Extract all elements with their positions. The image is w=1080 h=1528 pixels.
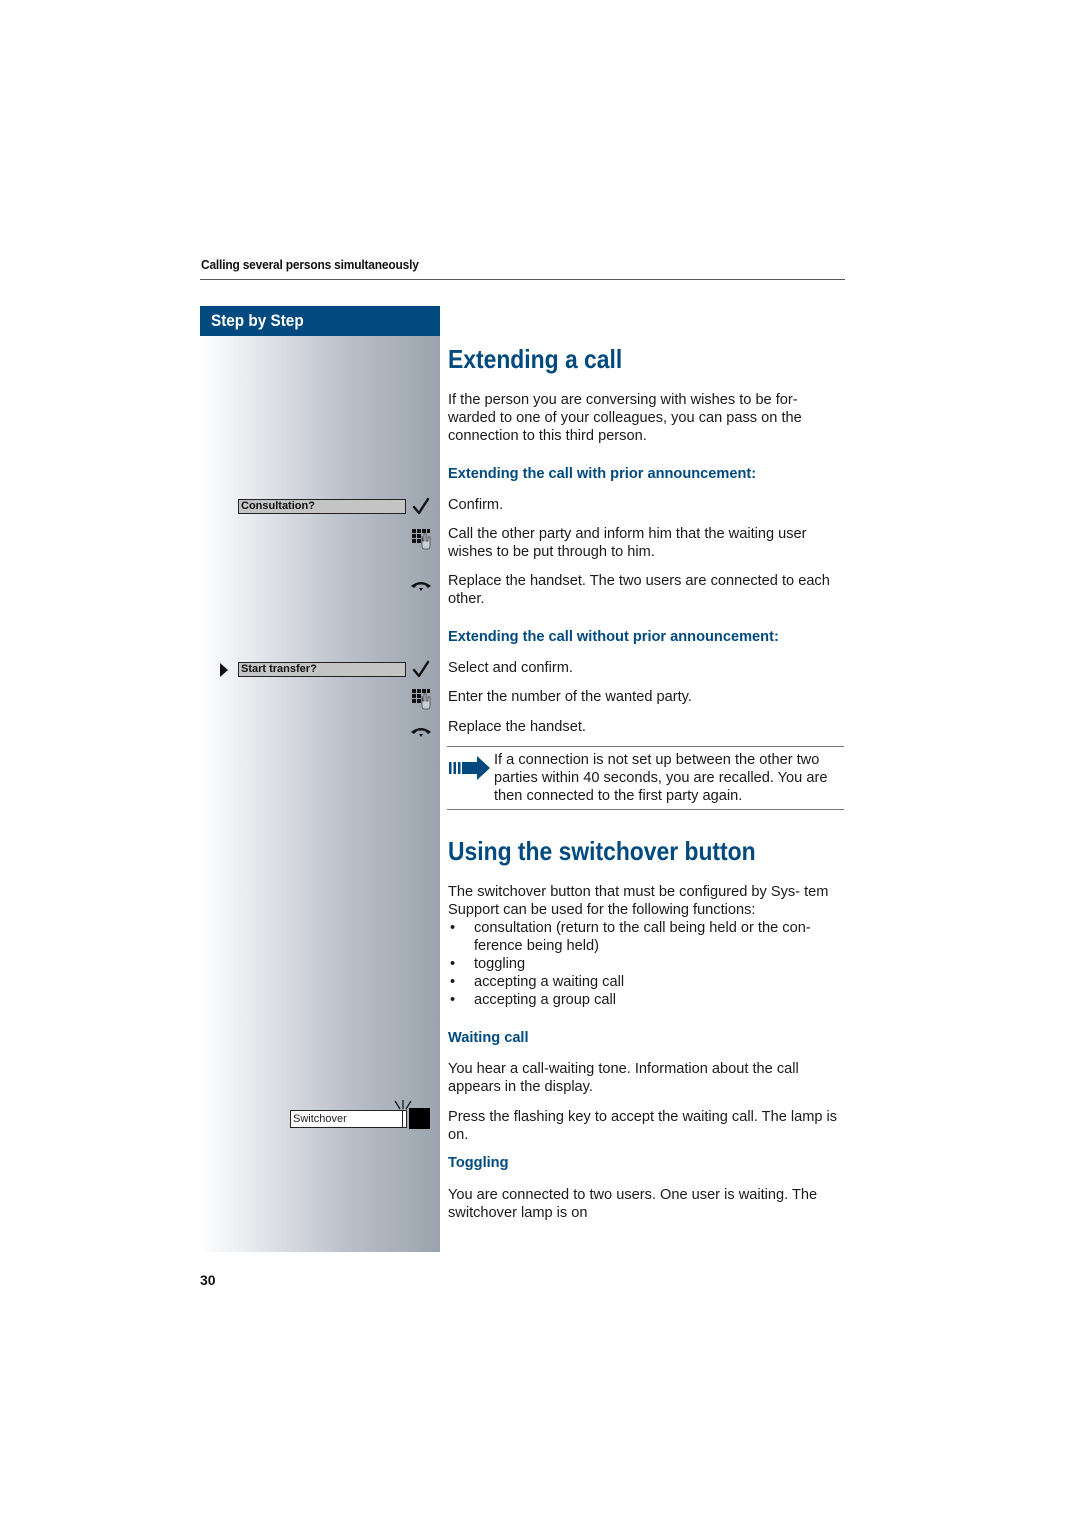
step-by-step-header: Step by Step: [200, 306, 440, 336]
keypad-icon: [410, 527, 432, 551]
switchover-key-label[interactable]: Switchover: [290, 1110, 403, 1128]
note-arrow-icon: [449, 755, 491, 781]
toggling-text: You are connected to two users. One user…: [448, 1187, 818, 1221]
note-bottom-rule: [447, 809, 844, 810]
section-title-extending-call: Extending a call: [448, 344, 623, 374]
note-text: If a connection is not set up between th…: [494, 752, 828, 804]
checkmark-icon: [410, 495, 432, 517]
page-number: 30: [200, 1272, 216, 1288]
list-item: accepting a waiting call: [448, 973, 846, 991]
step-replace-handset-connected: Replace the handset. The two users are c…: [448, 573, 830, 607]
list-item: accepting a group call: [448, 991, 846, 1009]
step-call-other-party: Call the other party and inform him that…: [448, 526, 807, 560]
flashing-lamp-icon: [392, 1099, 414, 1111]
step-select-confirm: Select and confirm.: [448, 660, 573, 676]
display-item-consultation[interactable]: Consultation?: [238, 499, 406, 514]
step-enter-number: Enter the number of the wanted party.: [448, 689, 692, 705]
intro-line: warded to one of your colleagues, you ca…: [448, 410, 802, 426]
list-item: consultation (return to the call being h…: [448, 919, 846, 955]
intro-line: If the person you are conversing with wi…: [448, 392, 798, 408]
header-divider: [200, 279, 845, 280]
intro-line: connection to this third person.: [448, 428, 647, 444]
step-replace-handset: Replace the handset.: [448, 719, 586, 735]
selection-arrow-icon: [218, 661, 230, 679]
checkmark-icon: [410, 658, 432, 680]
key-lamp: [402, 1110, 407, 1128]
keypad-icon: [410, 687, 432, 711]
display-item-start-transfer[interactable]: Start transfer?: [238, 662, 406, 677]
switchover-functions-list: consultation (return to the call being h…: [448, 919, 846, 1009]
list-item: toggling: [448, 955, 846, 973]
extending-intro: If the person you are conversing with wi…: [448, 391, 848, 445]
section-title-switchover-button: Using the switchover button: [448, 836, 756, 866]
waiting-call-text: You hear a call-waiting tone. Informatio…: [448, 1061, 799, 1095]
subheading-with-announcement: Extending the call with prior announceme…: [448, 466, 757, 482]
subheading-toggling: Toggling: [448, 1155, 509, 1171]
switchover-intro: The switchover button that must be confi…: [448, 884, 829, 918]
subheading-waiting-call: Waiting call: [448, 1030, 529, 1046]
handset-down-icon: [410, 724, 432, 740]
step-by-step-title: Step by Step: [211, 311, 304, 330]
handset-down-icon: [410, 578, 432, 594]
note-top-rule: [447, 746, 844, 747]
running-header: Calling several persons simultaneously: [201, 257, 419, 272]
step-confirm: Confirm.: [448, 497, 504, 513]
waiting-call-step: Press the flashing key to accept the wai…: [448, 1109, 838, 1143]
subheading-without-announcement: Extending the call without prior announc…: [448, 629, 779, 645]
